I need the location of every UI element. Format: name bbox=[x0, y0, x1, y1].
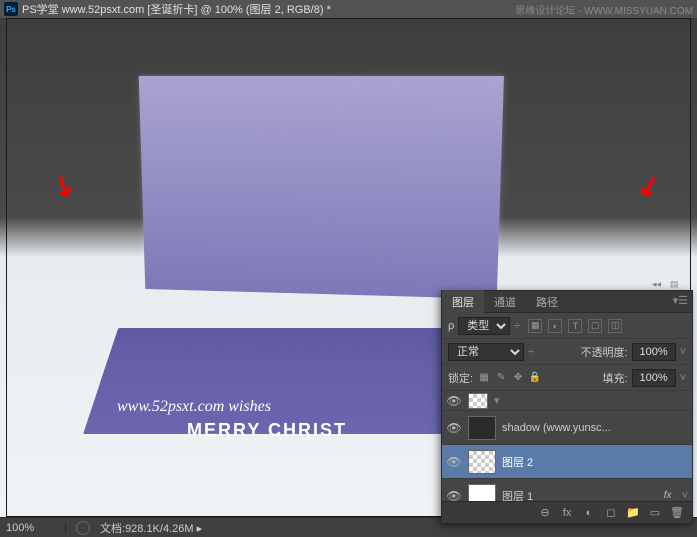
blend-row: 正常 ÷ 不透明度: ˅ bbox=[442, 339, 692, 365]
visibility-eye-icon[interactable]: 👁 bbox=[446, 454, 462, 470]
document-title: PS学堂 www.52psxt.com [圣诞折卡] @ 100% (图层 2,… bbox=[22, 1, 331, 17]
lock-transparency-icon[interactable]: ▦ bbox=[477, 371, 491, 385]
filter-type-icon[interactable]: T bbox=[568, 319, 582, 333]
layer-fx-badge[interactable]: fx bbox=[664, 490, 676, 501]
mask-icon[interactable]: ◐ bbox=[582, 506, 596, 520]
layer-thumbnail[interactable] bbox=[468, 416, 496, 440]
tab-paths[interactable]: 路径 bbox=[526, 290, 568, 314]
card-text-line1: www.52psxt.com wishes bbox=[117, 398, 271, 416]
chevron-right-icon: ▸ bbox=[197, 523, 203, 535]
layers-panel: ◂◂ ▤ 图层 通道 路径 ▾☰ ρ 类型 ÷ ▦ ◐ T ▢ ◫ 正常 ÷ 不… bbox=[441, 290, 693, 524]
layers-list: 👁 ▾ 👁 shadow (www.yunsc... 👁 图层 2 👁 图层 1… bbox=[442, 391, 692, 501]
panel-menu-icon[interactable]: ▤ bbox=[670, 279, 684, 289]
opacity-input[interactable] bbox=[632, 343, 676, 361]
layer-thumbnail[interactable] bbox=[468, 393, 488, 409]
layer-name[interactable]: 图层 2 bbox=[502, 454, 688, 470]
adjustment-icon[interactable]: ◻ bbox=[604, 506, 618, 520]
layer-thumbnail[interactable] bbox=[468, 484, 496, 502]
chevron-down-icon[interactable]: ˅ bbox=[680, 372, 686, 384]
filter-adjust-icon[interactable]: ◐ bbox=[548, 319, 562, 333]
panel-options-icon[interactable]: ▾☰ bbox=[673, 294, 688, 307]
layer-thumbnail[interactable] bbox=[468, 450, 496, 474]
blend-mode-select[interactable]: 正常 bbox=[448, 343, 524, 361]
filter-pixel-icon[interactable]: ▦ bbox=[528, 319, 542, 333]
title-bar: Ps PS学堂 www.52psxt.com [圣诞折卡] @ 100% (图层… bbox=[0, 0, 697, 18]
tab-layers[interactable]: 图层 bbox=[442, 290, 484, 314]
chevron-down-icon: ÷ bbox=[514, 320, 520, 332]
lock-row: 锁定: ▦ ✎ ✥ 🔒 填充: ˅ bbox=[442, 365, 692, 391]
group-icon[interactable]: 📁 bbox=[626, 506, 640, 520]
layer-item[interactable]: 👁 图层 2 bbox=[442, 445, 692, 479]
tab-channels[interactable]: 通道 bbox=[484, 290, 526, 314]
watermark: 思缘设计论坛 - WWW.MISSYUAN.COM bbox=[515, 2, 693, 17]
new-layer-icon[interactable]: ▭ bbox=[648, 506, 662, 520]
annotation-arrow-right: ↙ bbox=[633, 167, 664, 205]
card-text-line2: MERRY CHRIST bbox=[187, 420, 347, 441]
fill-label: 填充: bbox=[603, 370, 628, 386]
layer-name[interactable]: shadow (www.yunsc... bbox=[502, 422, 688, 434]
doc-size[interactable]: 文档:928.1K/4.26M ▸ bbox=[100, 520, 202, 536]
annotation-arrow-left: ↘ bbox=[46, 166, 81, 206]
chevron-down-icon[interactable]: ˅ bbox=[680, 346, 686, 358]
collapse-icon[interactable]: ◂◂ bbox=[652, 279, 666, 289]
lock-image-icon[interactable]: ✎ bbox=[494, 371, 508, 385]
zoom-level[interactable]: 100% bbox=[6, 522, 66, 534]
layer-item[interactable]: 👁 shadow (www.yunsc... bbox=[442, 411, 692, 445]
panel-tabs: 图层 通道 路径 ▾☰ bbox=[442, 291, 692, 313]
fill-input[interactable] bbox=[632, 369, 676, 387]
layer-name[interactable]: 图层 1 bbox=[502, 488, 658, 502]
visibility-eye-icon[interactable]: 👁 bbox=[446, 420, 462, 436]
status-icon[interactable] bbox=[76, 521, 90, 535]
chevron-down-icon[interactable]: ▾ bbox=[494, 394, 500, 407]
chevron-down-icon[interactable]: ˅ bbox=[682, 490, 688, 502]
filter-shape-icon[interactable]: ▢ bbox=[588, 319, 602, 333]
filter-type-select[interactable]: 类型 bbox=[458, 317, 510, 335]
panel-footer: ⊖ fx ◐ ◻ 📁 ▭ 🗑 bbox=[442, 501, 692, 523]
fx-icon[interactable]: fx bbox=[560, 506, 574, 520]
lock-position-icon[interactable]: ✥ bbox=[511, 371, 525, 385]
filter-smart-icon[interactable]: ◫ bbox=[608, 319, 622, 333]
opacity-label: 不透明度: bbox=[581, 344, 628, 360]
layer-item[interactable]: 👁 ▾ bbox=[442, 391, 692, 411]
visibility-eye-icon[interactable]: 👁 bbox=[446, 393, 462, 409]
filter-kind-icon[interactable]: ρ bbox=[448, 320, 454, 332]
lock-label: 锁定: bbox=[448, 370, 473, 386]
visibility-eye-icon[interactable]: 👁 bbox=[446, 488, 462, 502]
layer-item[interactable]: 👁 图层 1 fx ˅ bbox=[442, 479, 692, 501]
lock-all-icon[interactable]: 🔒 bbox=[528, 371, 542, 385]
ps-logo: Ps bbox=[4, 2, 18, 16]
chevron-down-icon: ÷ bbox=[528, 346, 534, 358]
filter-row: ρ 类型 ÷ ▦ ◐ T ▢ ◫ bbox=[442, 313, 692, 339]
link-layers-icon[interactable]: ⊖ bbox=[538, 506, 552, 520]
trash-icon[interactable]: 🗑 bbox=[670, 506, 684, 520]
